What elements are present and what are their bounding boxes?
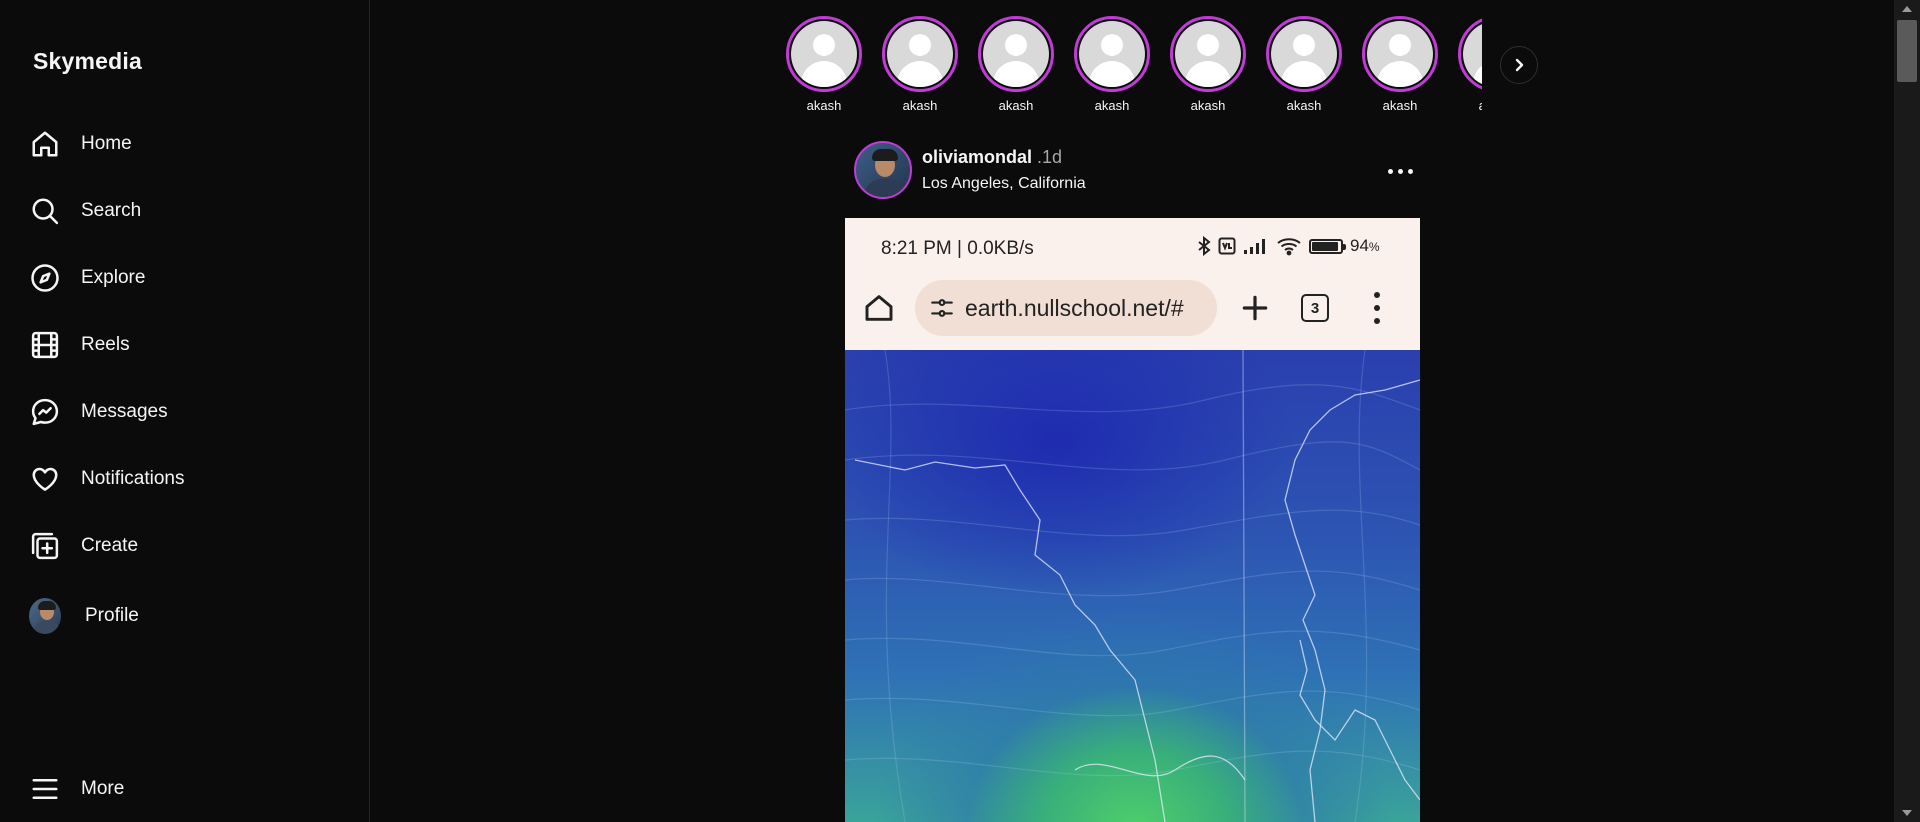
browser-toolbar: earth.nullschool.net/# 3: [845, 280, 1420, 336]
post-username[interactable]: oliviamondal: [922, 147, 1032, 167]
status-time: 8:21 PM | 0.0KB/s: [881, 238, 1034, 259]
story-ring: [882, 16, 958, 92]
story-username: akash: [998, 98, 1034, 113]
avatar: [983, 21, 1049, 87]
sidebar-item-label: Notifications: [81, 468, 185, 489]
battery-level: 94%: [1350, 236, 1380, 255]
story-username: akash: [1382, 98, 1418, 113]
story-username: akash: [902, 98, 938, 113]
browser-url-bar: earth.nullschool.net/#: [915, 280, 1217, 336]
post-location[interactable]: Los Angeles, California: [922, 175, 1086, 193]
sidebar-item-label: Home: [81, 133, 132, 154]
film-icon: [29, 329, 61, 361]
sidebar-item-home[interactable]: Home: [29, 120, 329, 168]
wind-streamlines: [845, 349, 1420, 822]
site-settings-icon: [931, 299, 953, 317]
chevron-right-icon: [1515, 58, 1524, 72]
browser-url: earth.nullschool.net/#: [965, 294, 1184, 321]
avatar: [887, 21, 953, 87]
story-ring: [1266, 16, 1342, 92]
status-icons: 94%: [1197, 236, 1380, 256]
avatar: [791, 21, 857, 87]
post-options-button[interactable]: [1380, 159, 1420, 183]
browser-tab-count: 3: [1301, 294, 1329, 322]
compass-icon: [29, 262, 61, 294]
sidebar-item-search[interactable]: Search: [29, 187, 329, 235]
wind-map-image: [845, 349, 1420, 822]
story-item[interactable]: akash: [1168, 16, 1248, 113]
sidebar-item-messages[interactable]: Messages: [29, 388, 329, 436]
avatar: [1079, 21, 1145, 87]
post-media[interactable]: 8:21 PM | 0.0KB/s 94% earth.nullschool.n…: [845, 218, 1420, 822]
story-ring: [1074, 16, 1150, 92]
story-item[interactable]: akash: [880, 16, 960, 113]
sidebar-item-label: More: [81, 778, 125, 799]
story-ring: [1362, 16, 1438, 92]
scroll-up-arrow-icon[interactable]: [1894, 0, 1920, 18]
browser-home-icon: [863, 292, 895, 324]
story-ring: [1170, 16, 1246, 92]
sidebar-item-notifications[interactable]: Notifications: [29, 455, 329, 503]
story-username: akash: [1190, 98, 1226, 113]
search-icon: [29, 195, 61, 227]
menu-icon: [29, 773, 61, 805]
story-ring: [1458, 16, 1482, 92]
sidebar-item-label: Profile: [85, 605, 139, 626]
story-username: akash: [1286, 98, 1322, 113]
sidebar-item-more[interactable]: More: [29, 765, 329, 813]
story-username: akash: [1094, 98, 1130, 113]
avatar: [1271, 21, 1337, 87]
sidebar-item-label: Reels: [81, 334, 130, 355]
post-username-line: oliviamondal .1d: [922, 147, 1062, 168]
sidebar-item-create[interactable]: Create: [29, 522, 329, 570]
wifi-icon: [1277, 238, 1301, 256]
sidebar-item-label: Create: [81, 535, 139, 556]
sidebar-item-profile[interactable]: Profile: [29, 592, 329, 640]
page-scrollbar[interactable]: [1894, 0, 1920, 822]
story-ring: [786, 16, 862, 92]
sidebar-item-label: Search: [81, 200, 142, 221]
sidebar-item-label: Messages: [81, 401, 168, 422]
signal-icon: [1244, 239, 1265, 254]
messenger-icon: [29, 396, 61, 428]
story-username: akash: [1456, 98, 1482, 113]
avatar: [29, 598, 61, 634]
bluetooth-icon: [1198, 236, 1211, 256]
brand-logo[interactable]: Skymedia: [33, 48, 142, 75]
scrollbar-thumb[interactable]: [1897, 20, 1917, 82]
heart-icon: [29, 463, 61, 495]
plus-square-icon: [29, 530, 61, 562]
scroll-down-arrow-icon[interactable]: [1894, 804, 1920, 822]
sidebar: Skymedia Home Search Explore Reels Messa…: [0, 0, 370, 822]
story-item[interactable]: akash: [1264, 16, 1344, 113]
story-item[interactable]: akash: [1072, 16, 1152, 113]
story-item[interactable]: akash: [1456, 16, 1482, 113]
phone-browser-chrome: 8:21 PM | 0.0KB/s 94% earth.nullschool.n…: [845, 218, 1420, 350]
story-item[interactable]: akash: [784, 16, 864, 113]
stories-next-button[interactable]: [1500, 46, 1538, 84]
story-item[interactable]: akash: [1360, 16, 1440, 113]
post-header: oliviamondal .1d Los Angeles, California: [854, 141, 1422, 201]
sidebar-item-reels[interactable]: Reels: [29, 321, 329, 369]
story-ring: [978, 16, 1054, 92]
avatar: [1463, 21, 1482, 87]
stories-tray: akash akash akash akash akash akash akas…: [784, 14, 1482, 114]
home-icon: [29, 128, 61, 160]
story-item[interactable]: akash: [976, 16, 1056, 113]
sidebar-item-explore[interactable]: Explore: [29, 254, 329, 302]
battery-icon: [1309, 238, 1346, 254]
browser-menu-icon: [1373, 292, 1381, 324]
avatar[interactable]: [854, 141, 912, 199]
post-time: .1d: [1037, 147, 1063, 167]
story-username: akash: [806, 98, 842, 113]
browser-new-tab-icon: [1239, 292, 1271, 324]
volte-icon: [1218, 237, 1236, 255]
avatar: [1367, 21, 1433, 87]
more-dots-icon: [1387, 168, 1393, 174]
avatar: [1175, 21, 1241, 87]
sidebar-item-label: Explore: [81, 267, 146, 288]
